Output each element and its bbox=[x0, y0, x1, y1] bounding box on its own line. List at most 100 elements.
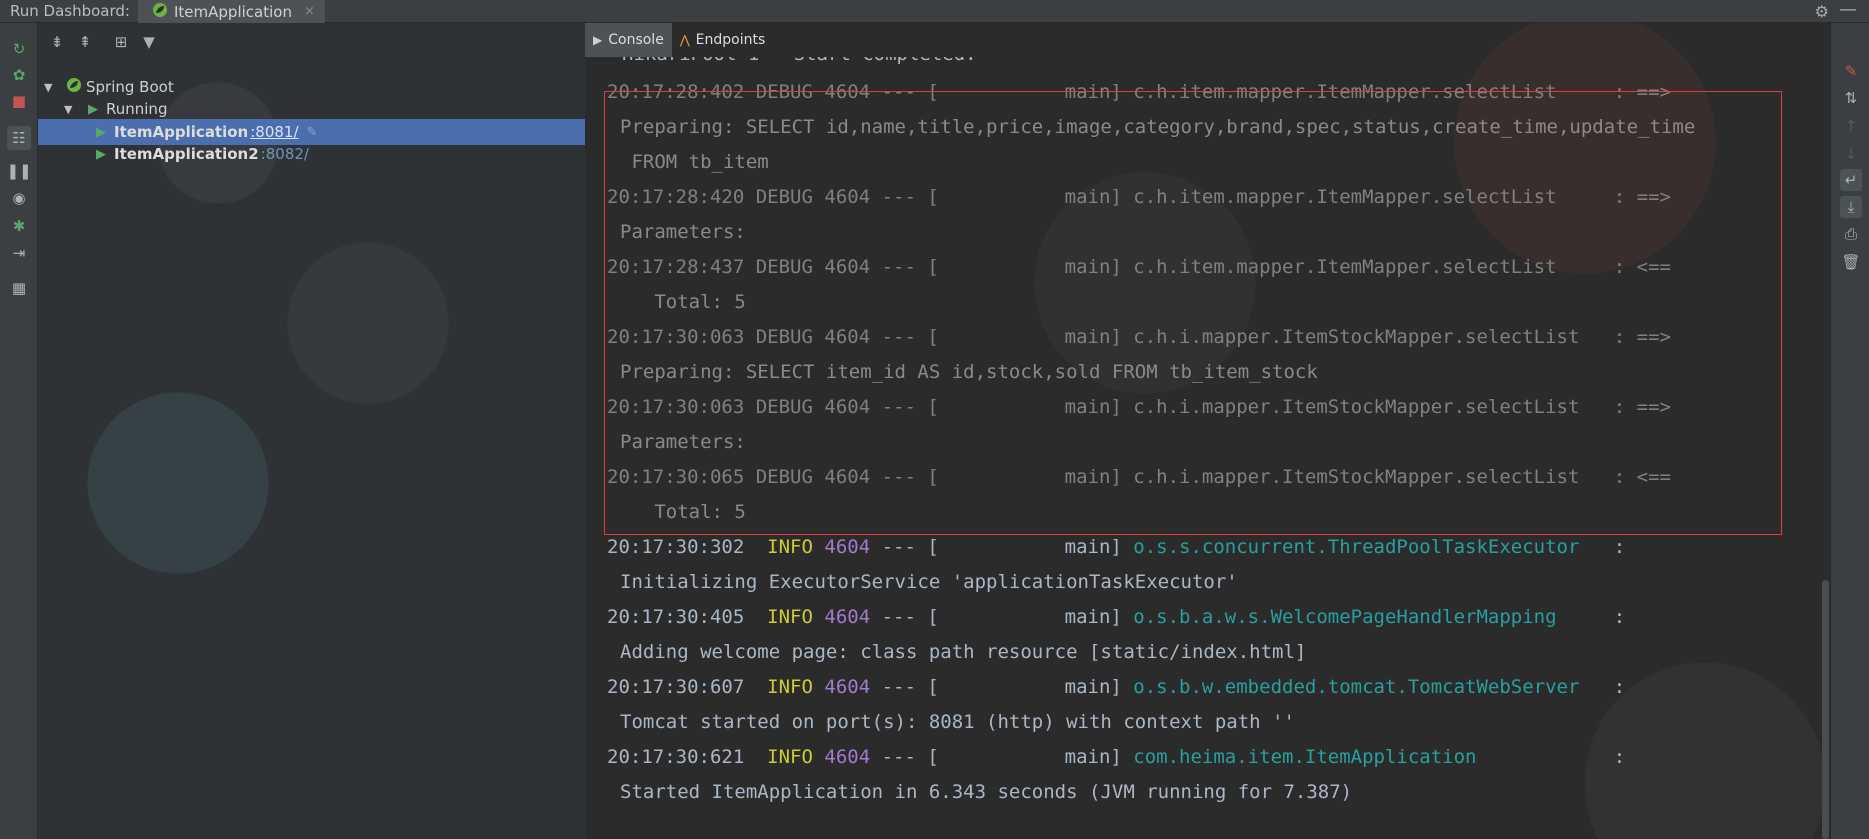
log-level: INFO bbox=[755, 536, 813, 558]
log-pid: 4604 bbox=[824, 536, 871, 558]
log-logger: c.h.item.mapper.ItemMapper.selectList bbox=[1133, 186, 1603, 208]
log-line: 20:17:30:405 INFO 4604 --- [ main] o.s.b… bbox=[607, 600, 1695, 635]
expand-arrow-icon[interactable]: ▼ bbox=[44, 81, 60, 94]
console-scrollbar[interactable] bbox=[1822, 580, 1829, 839]
debug-icon[interactable]: ✿ bbox=[9, 65, 29, 85]
log-separator: --- [ bbox=[881, 746, 939, 768]
log-pid: 4604 bbox=[824, 466, 871, 488]
pause-icon[interactable]: ❚❚ bbox=[6, 161, 31, 181]
rerun-icon[interactable]: ↻ bbox=[9, 39, 29, 59]
log-pid: 4604 bbox=[824, 606, 871, 628]
layout-icon[interactable]: ▦ bbox=[9, 278, 29, 298]
log-line: 20:17:30:063 DEBUG 4604 --- [ main] c.h.… bbox=[607, 320, 1695, 355]
print-icon[interactable]: ⎙ bbox=[1840, 223, 1862, 245]
group-by-icon[interactable]: ☷ bbox=[7, 126, 31, 150]
tree-node-label: Running bbox=[106, 100, 168, 118]
tab-close-icon[interactable]: × bbox=[304, 4, 315, 19]
console-tabs: ▶ Console ⋀ Endpoints bbox=[585, 23, 773, 57]
log-separator: --- [ bbox=[881, 466, 939, 488]
tab-label: ItemApplication bbox=[174, 2, 292, 21]
gear-icon[interactable]: ⚙ bbox=[1815, 2, 1829, 21]
log-separator: --- [ bbox=[881, 396, 939, 418]
log-logger: o.s.b.w.embedded.tomcat.TomcatWebServer bbox=[1133, 676, 1603, 698]
console-log[interactable]: 20:17:28:402 DEBUG 4604 --- [ main] c.h.… bbox=[607, 75, 1695, 810]
log-arrow: : ==> bbox=[1613, 186, 1671, 208]
log-separator: --- [ bbox=[881, 326, 939, 348]
log-line: 20:17:30:621 INFO 4604 --- [ main] com.h… bbox=[607, 740, 1695, 775]
collapse-all-icon[interactable]: ⇞ bbox=[74, 33, 96, 53]
log-line: 20:17:28:437 DEBUG 4604 --- [ main] c.h.… bbox=[607, 250, 1695, 285]
group-services-icon[interactable]: ⊞ bbox=[110, 33, 132, 53]
log-timestamp: 20:17:30:607 bbox=[607, 676, 745, 698]
trash-icon[interactable]: 🗑 bbox=[1840, 251, 1862, 273]
tab-item-application[interactable]: ItemApplication × bbox=[138, 0, 325, 23]
tree-item-item-application2[interactable]: ▶ ItemApplication2 :8082/ bbox=[38, 141, 585, 167]
log-thread: main] bbox=[938, 676, 1122, 698]
log-logger: c.h.i.mapper.ItemStockMapper.selectList bbox=[1133, 326, 1603, 348]
log-message: Preparing: SELECT item_id AS id,stock,so… bbox=[620, 361, 1318, 383]
login-icon[interactable]: ⇥ bbox=[9, 243, 29, 263]
run-icon: ▶ bbox=[96, 146, 106, 162]
log-thread: main] bbox=[938, 186, 1122, 208]
sort-icon[interactable]: ⇅ bbox=[1840, 87, 1862, 109]
panel-title: Run Dashboard: bbox=[10, 2, 130, 20]
log-message: Parameters: bbox=[620, 431, 758, 453]
port-link[interactable]: :8081/ bbox=[250, 123, 298, 141]
clear-highlight-icon[interactable]: ✎ bbox=[1840, 60, 1862, 82]
log-line: 20:17:30:302 INFO 4604 --- [ main] o.s.s… bbox=[607, 530, 1695, 565]
log-pid: 4604 bbox=[824, 746, 871, 768]
log-arrow: : bbox=[1613, 746, 1626, 768]
up-arrow-icon[interactable]: ↑ bbox=[1840, 115, 1862, 137]
log-message: FROM tb_item bbox=[620, 151, 769, 173]
log-level: DEBUG bbox=[755, 326, 813, 348]
log-timestamp: 20:17:28:402 bbox=[607, 81, 745, 103]
right-toolbar: ✎ ⇅ ↑ ↓ ↵ ⤓ ⎙ 🗑 bbox=[1830, 23, 1869, 839]
log-level: DEBUG bbox=[755, 81, 813, 103]
camera-icon[interactable]: ◉ bbox=[9, 188, 29, 208]
soft-wrap-icon[interactable]: ↵ bbox=[1840, 169, 1862, 191]
log-message: Started ItemApplication in 6.343 seconds… bbox=[620, 781, 1353, 803]
log-thread: main] bbox=[938, 81, 1122, 103]
log-message: Parameters: bbox=[620, 221, 758, 243]
log-arrow: : <== bbox=[1613, 466, 1671, 488]
log-level: INFO bbox=[755, 606, 813, 628]
log-separator: --- [ bbox=[881, 81, 939, 103]
filter-icon[interactable]: ▼ bbox=[138, 33, 160, 53]
tab-console[interactable]: ▶ Console bbox=[585, 23, 672, 57]
services-tree-panel: ⇟ ⇞ ⊞ ▼ ▼ Spring Boot ▼ ▶ Running ▶ Item… bbox=[38, 23, 585, 839]
log-level: INFO bbox=[755, 746, 813, 768]
log-arrow: : ==> bbox=[1613, 81, 1671, 103]
log-arrow: : ==> bbox=[1613, 396, 1671, 418]
debug-settings-icon[interactable]: ✱ bbox=[9, 216, 29, 236]
log-timestamp: 20:17:30:063 bbox=[607, 396, 745, 418]
down-arrow-icon[interactable]: ↓ bbox=[1840, 143, 1862, 165]
scroll-to-end-icon[interactable]: ⤓ bbox=[1840, 196, 1862, 218]
log-timestamp: 20:17:30:065 bbox=[607, 466, 745, 488]
stop-icon[interactable]: ■ bbox=[9, 91, 29, 111]
expand-all-icon[interactable]: ⇟ bbox=[46, 33, 68, 53]
expand-arrow-icon[interactable]: ▼ bbox=[64, 103, 80, 116]
minimize-icon[interactable]: — bbox=[1839, 0, 1857, 20]
console-icon: ▶ bbox=[593, 33, 603, 47]
log-message: Total: 5 bbox=[620, 501, 746, 523]
log-arrow: : <== bbox=[1613, 256, 1671, 278]
console-panel: ▶ Console ⋀ Endpoints HikariPool-1 - Sta… bbox=[585, 23, 1830, 839]
tab-label: Endpoints bbox=[695, 32, 766, 48]
edit-icon[interactable]: ✎ bbox=[307, 125, 318, 140]
log-pid: 4604 bbox=[824, 676, 871, 698]
log-line: 20:17:30:607 INFO 4604 --- [ main] o.s.b… bbox=[607, 670, 1695, 705]
log-thread: main] bbox=[938, 396, 1122, 418]
tab-label: Console bbox=[608, 32, 664, 48]
log-logger: c.h.i.mapper.ItemStockMapper.selectList bbox=[1133, 466, 1603, 488]
log-timestamp: 20:17:30:621 bbox=[607, 746, 745, 768]
log-separator: --- [ bbox=[881, 256, 939, 278]
log-timestamp: 20:17:30:302 bbox=[607, 536, 745, 558]
log-level: DEBUG bbox=[755, 186, 813, 208]
tree-node-label: Spring Boot bbox=[86, 78, 174, 96]
tab-endpoints[interactable]: ⋀ Endpoints bbox=[672, 23, 773, 57]
log-logger: c.h.i.mapper.ItemStockMapper.selectList bbox=[1133, 396, 1603, 418]
port-link[interactable]: :8082/ bbox=[261, 145, 309, 163]
log-thread: main] bbox=[938, 606, 1122, 628]
log-line: 20:17:28:402 DEBUG 4604 --- [ main] c.h.… bbox=[607, 75, 1695, 110]
log-pid: 4604 bbox=[824, 326, 871, 348]
